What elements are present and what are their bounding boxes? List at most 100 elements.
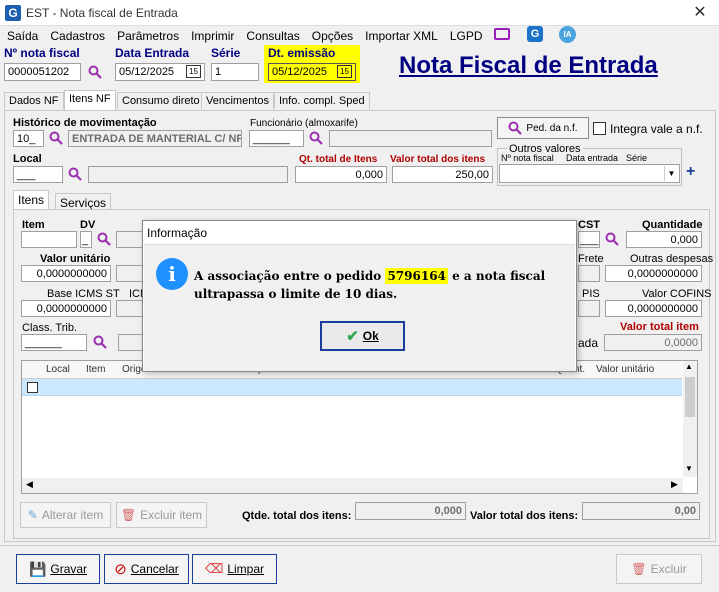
col-nota-fiscal: Nº nota fiscal bbox=[501, 153, 554, 163]
tab-consumo-direto[interactable]: Consumo direto bbox=[117, 92, 205, 109]
valor-total-field: 250,00 bbox=[392, 166, 493, 183]
outras-despesas-input[interactable]: 0,0000000000 bbox=[605, 265, 702, 282]
col-data-entrada: Data entrada bbox=[566, 153, 619, 163]
chevron-right-icon[interactable]: ▶ bbox=[671, 479, 678, 490]
cancelar-label: Cancelar bbox=[130, 562, 179, 576]
dv-input[interactable]: _ bbox=[80, 231, 92, 248]
dialog-title: Informação bbox=[147, 226, 208, 240]
valor-total-item-label: Valor total item bbox=[620, 321, 699, 333]
integra-checkbox[interactable] bbox=[593, 122, 606, 135]
trash-icon: 🗑 bbox=[631, 562, 647, 576]
menu-imprimir[interactable]: Imprimir bbox=[191, 29, 234, 43]
base-st-input[interactable]: 0,0000000000 bbox=[21, 300, 111, 317]
tab-itens[interactable]: Itens bbox=[13, 190, 50, 210]
tab-itens-nf[interactable]: Itens NF bbox=[64, 90, 116, 111]
menu-lgpd[interactable]: LGPD bbox=[450, 29, 483, 43]
search-icon[interactable] bbox=[68, 167, 82, 181]
frete-label: Frete bbox=[578, 253, 604, 265]
ok-button[interactable]: ✔ Ok bbox=[320, 321, 405, 351]
nota-input[interactable]: 0000051202 bbox=[4, 63, 81, 81]
cancelar-button[interactable]: ⊘ Cancelar bbox=[104, 554, 189, 584]
nota-label: Nº nota fiscal bbox=[4, 46, 80, 60]
menu-parametros[interactable]: Parâmetros bbox=[117, 29, 179, 43]
eraser-icon: ⌫ bbox=[204, 561, 224, 576]
alterar-item-button[interactable]: ✎ Alterar item bbox=[20, 502, 111, 528]
menu-bar: Saída Cadastros Parâmetros Imprimir Consulta… bbox=[7, 29, 495, 43]
menu-opcoes[interactable]: Opções bbox=[312, 29, 353, 43]
search-icon[interactable] bbox=[605, 232, 619, 246]
class-trib-input[interactable]: ______ bbox=[21, 334, 87, 351]
info-icon: i bbox=[156, 258, 188, 290]
col-local[interactable]: Local bbox=[46, 364, 70, 375]
local-input[interactable]: ___ bbox=[13, 166, 63, 183]
serie-label: Série bbox=[211, 46, 241, 60]
tab-vencimentos[interactable]: Vencimentos bbox=[201, 92, 274, 109]
chevron-left-icon[interactable]: ◀ bbox=[26, 479, 33, 490]
gravar-button[interactable]: 💾 Gravar bbox=[16, 554, 100, 584]
quantidade-input[interactable]: 0,000 bbox=[626, 231, 702, 248]
chevron-up-icon[interactable]: ▲ bbox=[685, 362, 693, 371]
calendar-icon[interactable]: 15 bbox=[186, 65, 201, 78]
quantidade-label: Quantidade bbox=[642, 219, 703, 231]
excluir-button[interactable]: 🗑 Excluir bbox=[616, 554, 702, 584]
serie-input[interactable]: 1 bbox=[211, 63, 259, 81]
chevron-down-icon[interactable]: ▼ bbox=[685, 464, 693, 473]
scroll-thumb[interactable] bbox=[685, 377, 695, 417]
funcionario-input[interactable]: ______ bbox=[249, 130, 304, 147]
ped-nf-button[interactable]: Ped. da n.f. bbox=[497, 117, 589, 139]
valor-unitario-input[interactable]: 0,0000000000 bbox=[21, 265, 111, 282]
grid-hscroll[interactable] bbox=[22, 478, 683, 493]
search-icon[interactable] bbox=[49, 131, 63, 145]
cancel-icon: ⊘ bbox=[114, 561, 127, 578]
menu-importar-xml[interactable]: Importar XML bbox=[365, 29, 438, 43]
chevron-down-icon[interactable]: ▼ bbox=[664, 166, 678, 181]
dialog-message: A associação entre o pedido 5796164 e a … bbox=[194, 267, 554, 303]
col-item[interactable]: Item bbox=[86, 364, 105, 375]
menu-saida[interactable]: Saída bbox=[7, 29, 38, 43]
calendar-icon[interactable]: 15 bbox=[337, 65, 352, 78]
pis-field bbox=[578, 300, 600, 317]
cst-input[interactable]: ___ bbox=[578, 231, 600, 248]
historico-code-input[interactable]: 10_ bbox=[13, 130, 44, 147]
menu-cadastros[interactable]: Cadastros bbox=[50, 29, 105, 43]
monitor-icon[interactable] bbox=[494, 28, 510, 40]
data-entrada-label: Data Entrada bbox=[115, 46, 190, 60]
search-icon[interactable] bbox=[309, 131, 323, 145]
cofins-input[interactable]: 0,0000000000 bbox=[605, 300, 702, 317]
dt-emissao-label: Dt. emissão bbox=[268, 46, 336, 60]
excluir-item-label: Excluir item bbox=[140, 508, 203, 522]
col-valor-unitario[interactable]: Valor unitário bbox=[596, 364, 654, 375]
window-title: EST - Nota fiscal de Entrada bbox=[26, 6, 178, 20]
message-part1: A associação entre o pedido bbox=[194, 269, 386, 283]
menu-consultas[interactable]: Consultas bbox=[246, 29, 299, 43]
add-icon[interactable]: + bbox=[686, 163, 695, 181]
search-icon[interactable] bbox=[93, 335, 107, 349]
alterar-label: Alterar item bbox=[41, 508, 104, 522]
pis-label: PIS bbox=[582, 288, 600, 300]
trash-icon: 🗑 bbox=[120, 508, 137, 522]
outras-despesas-label: Outras despesas bbox=[630, 253, 714, 265]
tab-dados-nf[interactable]: Dados NF bbox=[4, 92, 64, 109]
order-number: 5796164 bbox=[385, 268, 448, 284]
g-app-icon[interactable]: G bbox=[527, 26, 543, 42]
table-row[interactable] bbox=[22, 379, 682, 396]
limpar-button[interactable]: ⌫ Limpar bbox=[192, 554, 277, 584]
item-input[interactable] bbox=[21, 231, 77, 248]
ia-icon[interactable]: IA bbox=[559, 26, 576, 43]
search-icon[interactable] bbox=[97, 232, 111, 246]
close-icon[interactable]: ✕ bbox=[690, 2, 710, 22]
historico-desc-field: ENTRADA DE MANTERIAL C/ NF bbox=[68, 130, 242, 147]
search-icon bbox=[508, 121, 523, 135]
frete-field bbox=[578, 265, 600, 282]
qt-total-label: Qt. total de Itens bbox=[299, 154, 378, 165]
search-icon[interactable] bbox=[88, 65, 102, 79]
gravar-label: Gravar bbox=[50, 562, 88, 576]
valor-total-itens-field: 0,00 bbox=[582, 502, 700, 520]
check-icon: ✔ bbox=[346, 328, 359, 345]
row-checkbox[interactable] bbox=[27, 382, 38, 393]
save-icon: 💾 bbox=[28, 560, 47, 577]
col-serie: Série bbox=[626, 153, 648, 163]
tab-info-sped[interactable]: Info. compl. Sped bbox=[274, 92, 370, 109]
excluir-item-button[interactable]: 🗑 Excluir item bbox=[116, 502, 207, 528]
outros-valores-select[interactable] bbox=[499, 164, 680, 183]
